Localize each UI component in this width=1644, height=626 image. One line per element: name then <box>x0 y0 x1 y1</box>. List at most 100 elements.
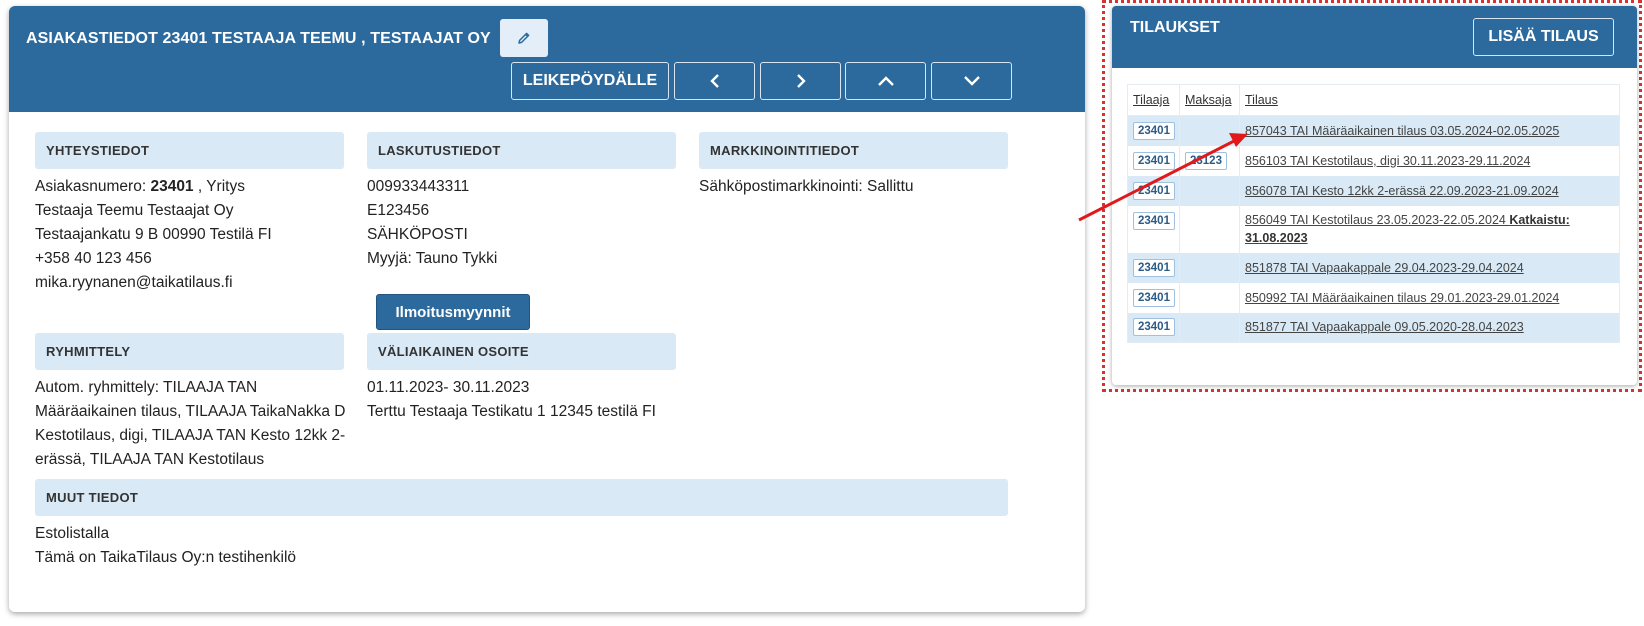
orderer-cell: 23401 <box>1127 312 1180 343</box>
orderer-badge[interactable]: 23401 <box>1133 258 1175 277</box>
order-link[interactable]: 851878 TAI Vapaakappale 29.04.2023-29.04… <box>1245 261 1524 275</box>
table-row: 23401 23123 856103 TAI Kestotilaus, digi… <box>1127 145 1620 176</box>
orderer-cell: 23401 <box>1127 282 1180 313</box>
order-cell: 856049 TAI Kestotilaus 23.05.2023-22.05.… <box>1239 205 1620 253</box>
payer-cell <box>1179 282 1240 313</box>
orders-header: TILAUKSET LISÄÄ TILAUS <box>1112 6 1637 68</box>
column-header-order[interactable]: Tilaus <box>1239 84 1620 116</box>
customer-number-label: Asiakasnumero: <box>35 178 151 195</box>
order-link[interactable]: 857043 TAI Määräaikainen tilaus 03.05.20… <box>1245 124 1559 138</box>
move-down-button[interactable] <box>931 62 1012 100</box>
order-link[interactable]: 851877 TAI Vapaakappale 09.05.2020-28.04… <box>1245 320 1524 334</box>
contact-info: Asiakasnumero: 23401 , Yritys Testaaja T… <box>35 175 272 295</box>
orderer-cell: 23401 <box>1127 205 1180 253</box>
payer-cell <box>1179 175 1240 206</box>
contact-email: mika.ryynanen@taikatilaus.fi <box>35 274 233 291</box>
contact-phone: +358 40 123 456 <box>35 250 152 267</box>
next-button[interactable] <box>760 62 841 100</box>
previous-button[interactable] <box>674 62 755 100</box>
column-header-orderer[interactable]: Tilaaja <box>1127 84 1180 116</box>
orderer-badge[interactable]: 23401 <box>1133 318 1175 337</box>
billing-line: Myyjä: Tauno Tykki <box>367 250 498 267</box>
grouping-line: Määräaikainen tilaus, TILAAJA TaikaNakka… <box>35 403 346 420</box>
payer-badge[interactable]: 23123 <box>1185 151 1227 170</box>
customer-details-panel: ASIAKASTIEDOT 23401 TESTAAJA TEEMU , TES… <box>9 6 1085 612</box>
billing-info: 009933443311 E123456 SÄHKÖPOSTI Myyjä: T… <box>367 175 497 271</box>
table-row: 23401 856078 TAI Kesto 12kk 2-erässä 22.… <box>1127 175 1620 206</box>
grouping-heading: RYHMITTELY <box>35 333 344 370</box>
customer-number-line: Asiakasnumero: 23401 , Yritys <box>35 175 272 199</box>
temporary-address-dates: 01.11.2023- 30.11.2023 <box>367 379 530 396</box>
order-cell: 856078 TAI Kesto 12kk 2-erässä 22.09.202… <box>1239 175 1620 206</box>
order-cell: 857043 TAI Määräaikainen tilaus 03.05.20… <box>1239 115 1620 146</box>
edit-customer-button[interactable] <box>500 19 548 57</box>
orderer-cell: 23401 <box>1127 175 1180 206</box>
other-info-heading: MUUT TIEDOT <box>35 479 1008 516</box>
order-link[interactable]: 856049 TAI Kestotilaus 23.05.2023-22.05.… <box>1245 213 1570 245</box>
order-link-text: 856049 TAI Kestotilaus 23.05.2023-22.05.… <box>1245 213 1510 227</box>
chevron-up-icon <box>877 76 894 86</box>
contact-name: Testaaja Teemu Testaajat Oy <box>35 202 234 219</box>
order-link[interactable]: 856103 TAI Kestotilaus, digi 30.11.2023-… <box>1245 154 1530 168</box>
table-row: 23401 851877 TAI Vapaakappale 09.05.2020… <box>1127 312 1620 343</box>
chevron-left-icon <box>709 74 719 88</box>
column-header-payer[interactable]: Maksaja <box>1179 84 1240 116</box>
temporary-address-info: 01.11.2023- 30.11.2023 Terttu Testaaja T… <box>367 376 656 424</box>
orderer-cell: 23401 <box>1127 115 1180 146</box>
other-info-line: Tämä on TaikaTilaus Oy:n testihenkilö <box>35 549 297 566</box>
marketing-info: Sähköpostimarkkinointi: Sallittu <box>699 175 914 199</box>
billing-line: 009933443311 <box>367 178 470 195</box>
table-row: 23401 850992 TAI Määräaikainen tilaus 29… <box>1127 282 1620 313</box>
order-link[interactable]: 850992 TAI Määräaikainen tilaus 29.01.20… <box>1245 291 1559 305</box>
marketing-info-heading: MARKKINOINTITIEDOT <box>699 132 1008 169</box>
order-cell: 850992 TAI Määräaikainen tilaus 29.01.20… <box>1239 282 1620 313</box>
payer-cell <box>1179 205 1240 253</box>
table-header-row: Tilaaja Maksaja Tilaus <box>1127 84 1620 116</box>
payer-cell <box>1179 252 1240 283</box>
grouping-info: Autom. ryhmittely: TILAAJA TAN Määräaika… <box>35 376 345 472</box>
ad-sales-button[interactable]: Ilmoitusmyynnit <box>376 294 530 330</box>
copy-to-clipboard-button[interactable]: LEIKEPÖYDÄLLE <box>511 62 669 100</box>
grouping-line: Kestotilaus, digi, TILAAJA TAN Kesto 12k… <box>35 427 346 444</box>
pencil-icon <box>518 32 530 44</box>
temporary-address: Terttu Testaaja Testikatu 1 12345 testil… <box>367 403 656 420</box>
grouping-line: Autom. ryhmittely: TILAAJA TAN <box>35 379 258 396</box>
marketing-line: Sähköpostimarkkinointi: Sallittu <box>699 178 914 195</box>
orders-title: TILAUKSET <box>1130 19 1220 36</box>
orderer-badge[interactable]: 23401 <box>1133 181 1175 200</box>
order-cell: 851877 TAI Vapaakappale 09.05.2020-28.04… <box>1239 312 1620 343</box>
chevron-right-icon <box>796 74 806 88</box>
orderer-cell: 23401 <box>1127 252 1180 283</box>
billing-info-heading: LASKUTUSTIEDOT <box>367 132 676 169</box>
order-link[interactable]: 856078 TAI Kesto 12kk 2-erässä 22.09.202… <box>1245 184 1559 198</box>
payer-cell <box>1179 115 1240 146</box>
move-up-button[interactable] <box>845 62 926 100</box>
table-row: 23401 856049 TAI Kestotilaus 23.05.2023-… <box>1127 205 1620 253</box>
payer-cell: 23123 <box>1179 145 1240 176</box>
table-row: 23401 851878 TAI Vapaakappale 29.04.2023… <box>1127 252 1620 283</box>
billing-line: SÄHKÖPOSTI <box>367 226 468 243</box>
orderer-badge[interactable]: 23401 <box>1133 288 1175 307</box>
order-cell: 851878 TAI Vapaakappale 29.04.2023-29.04… <box>1239 252 1620 283</box>
orders-table: Tilaaja Maksaja Tilaus 23401 857043 TAI … <box>1127 84 1620 343</box>
add-order-button[interactable]: LISÄÄ TILAUS <box>1473 18 1614 56</box>
payer-cell <box>1179 312 1240 343</box>
temporary-address-heading: VÄLIAIKAINEN OSOITE <box>367 333 676 370</box>
orderer-badge[interactable]: 23401 <box>1133 121 1175 140</box>
order-cell: 856103 TAI Kestotilaus, digi 30.11.2023-… <box>1239 145 1620 176</box>
contact-info-heading: YHTEYSTIEDOT <box>35 132 344 169</box>
table-row: 23401 857043 TAI Määräaikainen tilaus 03… <box>1127 115 1620 146</box>
other-info-line: Estolistalla <box>35 525 110 542</box>
customer-header: ASIAKASTIEDOT 23401 TESTAAJA TEEMU , TES… <box>9 6 1085 112</box>
orderer-badge[interactable]: 23401 <box>1133 211 1175 230</box>
billing-line: E123456 <box>367 202 430 219</box>
chevron-down-icon <box>963 76 980 86</box>
grouping-line: erässä, TILAAJA TAN Kestotilaus <box>35 451 265 468</box>
customer-number: 23401 <box>150 178 194 195</box>
orderer-badge[interactable]: 23401 <box>1133 151 1175 170</box>
customer-type: , Yritys <box>193 178 245 195</box>
customer-title: ASIAKASTIEDOT 23401 TESTAAJA TEEMU , TES… <box>26 30 491 47</box>
orders-panel: TILAUKSET LISÄÄ TILAUS Tilaaja Maksaja T… <box>1112 6 1637 385</box>
contact-address: Testaajankatu 9 B 00990 Testilä FI <box>35 226 272 243</box>
other-info: Estolistalla Tämä on TaikaTilaus Oy:n te… <box>35 522 296 570</box>
